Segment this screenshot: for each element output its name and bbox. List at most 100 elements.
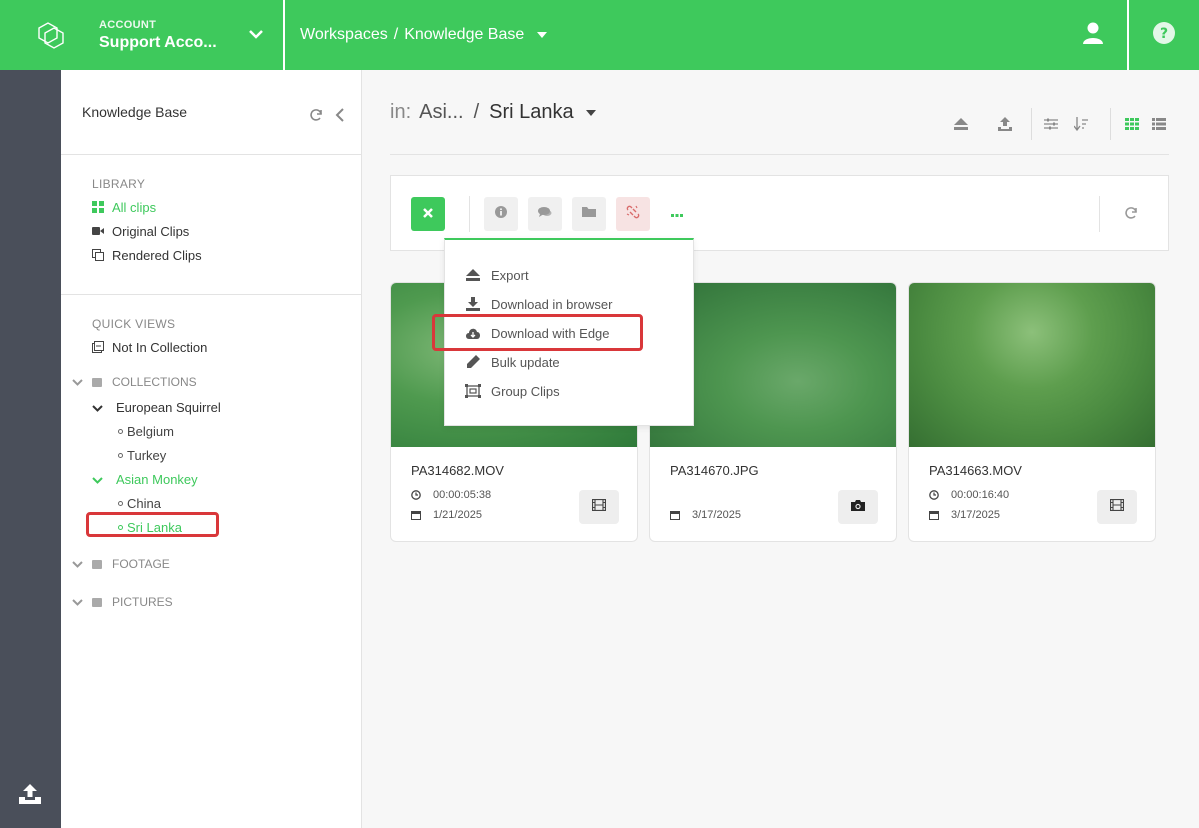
app-logo-icon[interactable] bbox=[0, 0, 99, 70]
sidebar-item-label: Rendered Clips bbox=[112, 247, 202, 263]
clip-type-button[interactable] bbox=[1097, 490, 1137, 524]
main-content: in: Asi... / Sri Lanka PA314682.MOV 00:0… bbox=[362, 70, 1199, 828]
sort-icon[interactable] bbox=[1066, 117, 1096, 131]
clip-duration: 00:00:16:40 bbox=[929, 489, 1009, 501]
menu-item-label: Bulk update bbox=[491, 354, 560, 370]
calendar-icon bbox=[411, 510, 421, 520]
menu-item-label: Export bbox=[491, 267, 529, 283]
download-edge-highlight bbox=[432, 314, 643, 351]
clip-duration: 00:00:05:38 bbox=[411, 489, 491, 501]
user-button[interactable] bbox=[1059, 0, 1129, 70]
sidebar-item-label: Not In Collection bbox=[112, 339, 208, 355]
clip-type-button[interactable] bbox=[579, 490, 619, 524]
collection-label: China bbox=[127, 495, 161, 511]
clip-duration-value: 00:00:05:38 bbox=[433, 489, 492, 501]
collection-label: Asian Monkey bbox=[116, 471, 198, 487]
pictures-header[interactable]: PICTURES bbox=[72, 589, 361, 615]
circle-icon bbox=[118, 428, 123, 434]
clip-title: PA314670.JPG bbox=[670, 463, 759, 478]
sidebar-item-rendered-clips[interactable]: Rendered Clips bbox=[92, 243, 361, 267]
collapse-sidebar-icon[interactable] bbox=[335, 108, 345, 125]
collection-asian-monkey[interactable]: Asian Monkey bbox=[92, 467, 361, 491]
collection-label: Turkey bbox=[127, 447, 167, 463]
clip-date: 1/21/2025 bbox=[411, 509, 482, 521]
footage-header[interactable]: FOOTAGE bbox=[72, 551, 361, 577]
comments-button[interactable] bbox=[528, 197, 562, 231]
circle-icon bbox=[118, 500, 123, 506]
top-bar: ACCOUNT Support Acco... Workspaces / Kno… bbox=[0, 0, 1199, 70]
film-icon bbox=[591, 498, 607, 516]
circle-icon bbox=[118, 452, 123, 458]
help-button[interactable]: ? bbox=[1129, 0, 1199, 70]
library-section: LIBRARY All clips Original Clips Rendere… bbox=[61, 155, 361, 295]
ellipsis-icon bbox=[671, 205, 683, 223]
upload-icon[interactable] bbox=[18, 783, 42, 810]
breadcrumb-knowledge-base[interactable]: Knowledge Base bbox=[404, 26, 524, 44]
breadcrumb-separator: / bbox=[393, 26, 399, 43]
account-switcher[interactable]: ACCOUNT Support Acco... bbox=[99, 0, 285, 70]
calendar-icon bbox=[929, 510, 939, 520]
caret-down-icon[interactable] bbox=[536, 26, 548, 44]
sidebar-item-label: Original Clips bbox=[112, 223, 190, 239]
refresh-icon[interactable] bbox=[1124, 206, 1138, 225]
sidebar-title: Knowledge Base bbox=[82, 104, 188, 120]
grid-icon bbox=[92, 201, 104, 213]
eject-icon[interactable] bbox=[939, 118, 983, 130]
info-button[interactable] bbox=[484, 197, 518, 231]
deselect-button[interactable] bbox=[411, 197, 445, 231]
not-in-collection-icon bbox=[92, 341, 104, 353]
sidebar-item-all-clips[interactable]: All clips bbox=[92, 195, 361, 219]
refresh-icon[interactable] bbox=[309, 108, 323, 125]
menu-item-export[interactable]: Export bbox=[465, 267, 529, 283]
grid-view-icon[interactable] bbox=[1115, 118, 1149, 130]
collection-european-squirrel[interactable]: European Squirrel bbox=[92, 395, 361, 419]
main-header: in: Asi... / Sri Lanka bbox=[390, 70, 1169, 155]
clip-type-button[interactable] bbox=[838, 490, 878, 524]
list-view-icon[interactable] bbox=[1149, 118, 1169, 130]
filter-sliders-icon[interactable] bbox=[1036, 118, 1066, 130]
unlink-button[interactable] bbox=[616, 197, 650, 231]
current-collection: Sri Lanka bbox=[489, 100, 574, 123]
sidebar: Knowledge Base LIBRARY All clips Origina… bbox=[61, 70, 362, 828]
svg-text:?: ? bbox=[1160, 26, 1168, 42]
move-to-folder-button[interactable] bbox=[572, 197, 606, 231]
collection-turkey[interactable]: Turkey bbox=[92, 443, 361, 467]
collection-belgium[interactable]: Belgium bbox=[92, 419, 361, 443]
menu-item-bulk-update[interactable]: Bulk update bbox=[465, 354, 560, 370]
path-separator: / bbox=[473, 100, 480, 123]
help-icon: ? bbox=[1152, 21, 1176, 50]
sidebar-item-original-clips[interactable]: Original Clips bbox=[92, 219, 361, 243]
comments-icon bbox=[538, 205, 552, 223]
account-name: Support Acco... bbox=[99, 33, 217, 51]
breadcrumb: Workspaces / Knowledge Base bbox=[285, 0, 1059, 70]
account-label: ACCOUNT bbox=[99, 18, 157, 31]
clip-date: 3/17/2025 bbox=[929, 509, 1000, 521]
caret-down-icon[interactable] bbox=[585, 103, 596, 121]
clip-title: PA314663.MOV bbox=[929, 463, 1022, 478]
video-camera-icon bbox=[92, 225, 104, 237]
calendar-icon bbox=[670, 510, 680, 520]
clip-thumbnail[interactable] bbox=[909, 283, 1155, 447]
sidebar-item-not-in-collection[interactable]: Not In Collection bbox=[92, 335, 361, 359]
sidebar-header: Knowledge Base bbox=[61, 70, 361, 155]
chevron-down-icon[interactable] bbox=[249, 26, 263, 44]
clip-date-value: 3/17/2025 bbox=[951, 509, 1000, 521]
menu-item-group-clips[interactable]: Group Clips bbox=[465, 383, 560, 399]
more-actions-button[interactable] bbox=[660, 197, 694, 231]
menu-item-download-browser[interactable]: Download in browser bbox=[465, 296, 612, 312]
chevron-down-icon bbox=[92, 472, 108, 487]
quick-views-section: QUICK VIEWS Not In Collection COLLECTION… bbox=[61, 295, 361, 615]
chevron-down-icon bbox=[72, 375, 84, 389]
left-rail bbox=[0, 70, 61, 828]
collections-header[interactable]: COLLECTIONS bbox=[72, 369, 361, 395]
clip-card[interactable]: PA314663.MOV 00:00:16:40 3/17/2025 bbox=[908, 282, 1156, 542]
copy-icon bbox=[92, 249, 104, 261]
footage-title: FOOTAGE bbox=[112, 557, 170, 571]
user-icon bbox=[1083, 22, 1103, 49]
parent-collection-link[interactable]: Asi... bbox=[419, 101, 463, 124]
breadcrumb-workspaces[interactable]: Workspaces bbox=[300, 26, 388, 44]
clip-date: 3/17/2025 bbox=[670, 509, 741, 521]
upload-icon[interactable] bbox=[983, 117, 1027, 131]
archive-box-icon bbox=[92, 377, 102, 387]
clock-icon bbox=[929, 490, 939, 500]
